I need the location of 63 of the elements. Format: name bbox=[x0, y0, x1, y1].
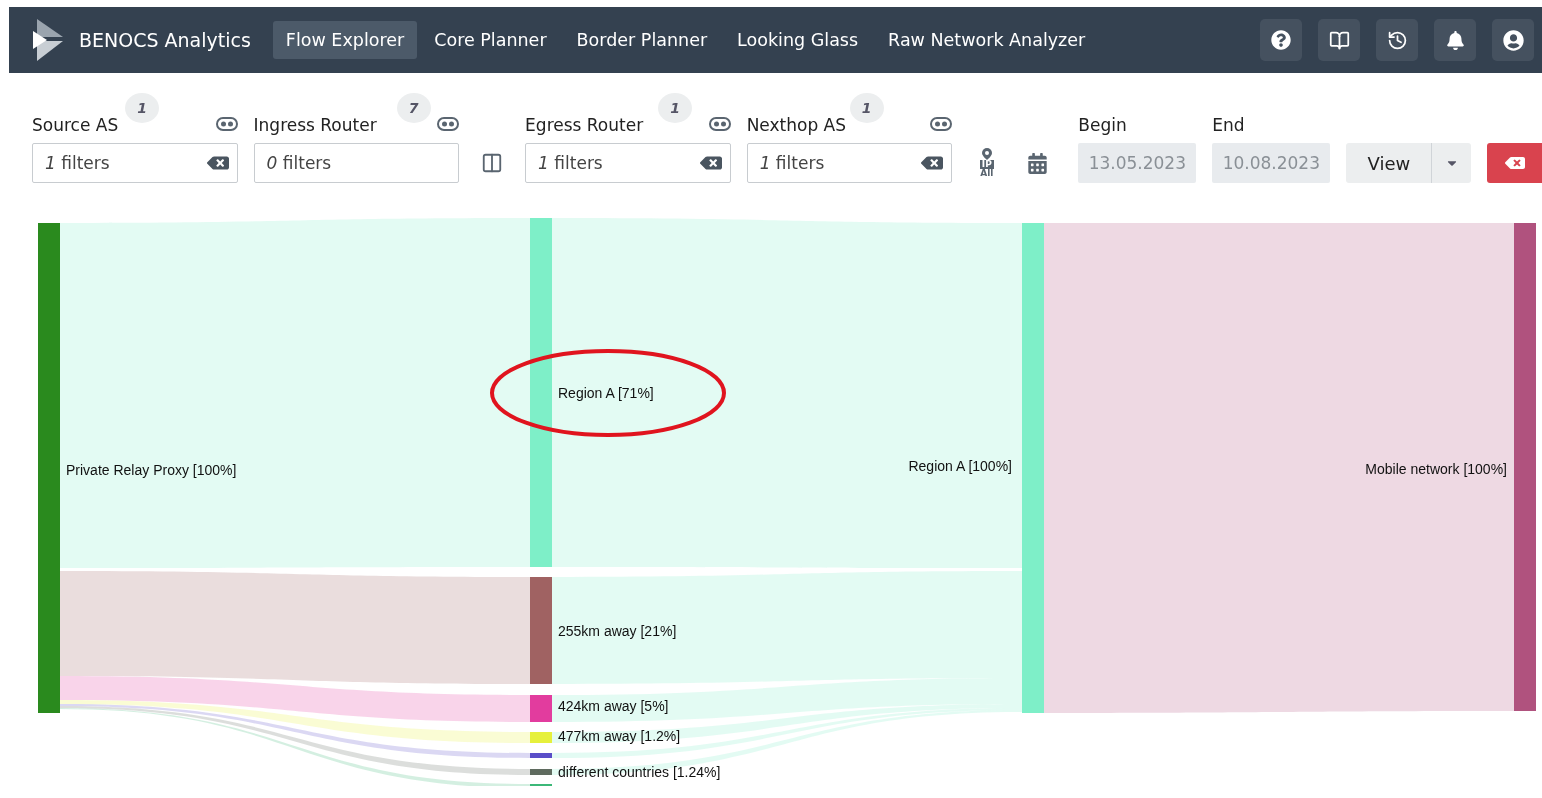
help-icon bbox=[1271, 30, 1291, 50]
node-label: Mobile network [100%] bbox=[1365, 461, 1507, 477]
sankey-node[interactable] bbox=[530, 732, 552, 743]
filter-value: 1 filters bbox=[45, 153, 110, 173]
nav-tab[interactable]: Raw Network Analyzer bbox=[875, 21, 1099, 59]
date-label: Begin bbox=[1078, 115, 1127, 135]
node-label: Region A [100%] bbox=[908, 458, 1012, 474]
count-badge: 1 bbox=[849, 93, 884, 123]
sankey-node[interactable] bbox=[1022, 223, 1044, 713]
node-label: 255km away [21%] bbox=[558, 623, 677, 639]
user-icon bbox=[1502, 29, 1524, 51]
nav-tab[interactable]: Core Planner bbox=[421, 21, 560, 59]
filter-value: 1 filters bbox=[538, 153, 603, 173]
notifications-button[interactable] bbox=[1434, 19, 1476, 61]
count-badge: 1 bbox=[658, 93, 693, 123]
view-button[interactable]: View bbox=[1346, 143, 1432, 183]
filter-label: Ingress Router bbox=[253, 115, 377, 135]
columns-icon[interactable] bbox=[481, 152, 504, 174]
sankey-node[interactable] bbox=[1514, 223, 1536, 711]
bell-icon bbox=[1445, 30, 1465, 50]
nav-tab[interactable]: Flow Explorer bbox=[272, 21, 418, 59]
node-label: 477km away [1.2%] bbox=[558, 728, 681, 744]
count-badge: 7 bbox=[396, 93, 431, 123]
filter-field[interactable]: 0 filters bbox=[253, 143, 460, 183]
filter-label: Source AS bbox=[32, 115, 119, 135]
count-badge: 1 bbox=[125, 93, 159, 123]
node-label: Private Relay Proxy [100%] bbox=[66, 462, 237, 478]
filter-label: Egress Router bbox=[525, 115, 644, 135]
ip-label: IP bbox=[979, 160, 994, 169]
brand-name: BENOCS Analytics bbox=[79, 29, 251, 51]
history-icon bbox=[1386, 29, 1408, 51]
book-icon bbox=[1328, 29, 1350, 51]
sankey-node[interactable] bbox=[530, 753, 552, 758]
sankey-node[interactable] bbox=[530, 577, 552, 684]
filter-field[interactable]: 1 filters bbox=[525, 143, 731, 183]
filter-value: 1 filters bbox=[759, 153, 825, 173]
calendar-icon[interactable] bbox=[1027, 152, 1049, 174]
sankey-node[interactable] bbox=[38, 223, 60, 713]
pin-icon bbox=[981, 148, 992, 160]
sankey-node[interactable] bbox=[530, 769, 552, 775]
node-label: 424km away [5%] bbox=[558, 698, 669, 714]
toggle-icon[interactable] bbox=[215, 117, 238, 131]
account-button[interactable] bbox=[1492, 19, 1534, 61]
nav-tab[interactable]: Border Planner bbox=[563, 21, 721, 59]
sankey-node[interactable] bbox=[530, 218, 552, 567]
date-label: End bbox=[1212, 115, 1245, 135]
toggle-icon[interactable] bbox=[708, 117, 731, 131]
filter-field[interactable]: 1 filters bbox=[32, 143, 238, 183]
toggle-icon[interactable] bbox=[437, 117, 460, 131]
toggle-icon[interactable] bbox=[930, 117, 953, 131]
all-label: All bbox=[979, 169, 995, 178]
help-button[interactable] bbox=[1260, 19, 1302, 61]
history-button[interactable] bbox=[1376, 19, 1418, 61]
docs-button[interactable] bbox=[1318, 19, 1360, 61]
filter-value: 0 filters bbox=[266, 153, 332, 173]
node-label: Region A [71%] bbox=[558, 385, 654, 401]
filter-field[interactable]: 1 filters bbox=[746, 143, 953, 183]
ip-scope-button[interactable]: IP All bbox=[978, 143, 996, 183]
clear-all-button[interactable] bbox=[1487, 143, 1542, 183]
node-label: different countries [1.24%] bbox=[558, 764, 721, 780]
filter-label: Nexthop AS bbox=[746, 115, 847, 135]
nav-tab[interactable]: Looking Glass bbox=[724, 21, 872, 59]
sankey-node[interactable] bbox=[530, 695, 552, 722]
